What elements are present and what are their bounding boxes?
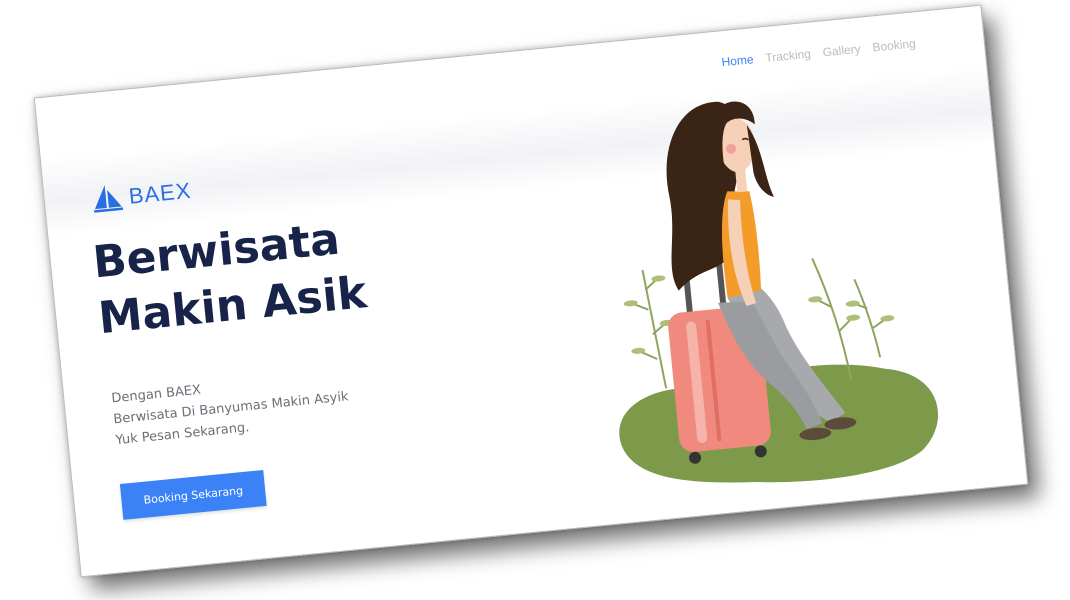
- booking-now-button[interactable]: Booking Sekarang: [119, 469, 267, 520]
- hero-title: Berwisata Makin Asik: [91, 209, 370, 347]
- traveler-girl-with-suitcase-illustration: [619, 101, 938, 483]
- hero-description: Dengan BAEX Berwisata Di Banyumas Makin …: [111, 365, 352, 451]
- nav-link-booking[interactable]: Booking: [872, 36, 917, 54]
- page-background: Home Tracking Gallery Booking BAEX Berwi…: [0, 0, 1070, 600]
- nav-link-home[interactable]: Home: [721, 52, 754, 69]
- sailboat-logo-icon: [94, 185, 124, 213]
- nav-link-gallery[interactable]: Gallery: [822, 42, 861, 60]
- website-screenshot-card: Home Tracking Gallery Booking BAEX Berwi…: [33, 4, 1029, 578]
